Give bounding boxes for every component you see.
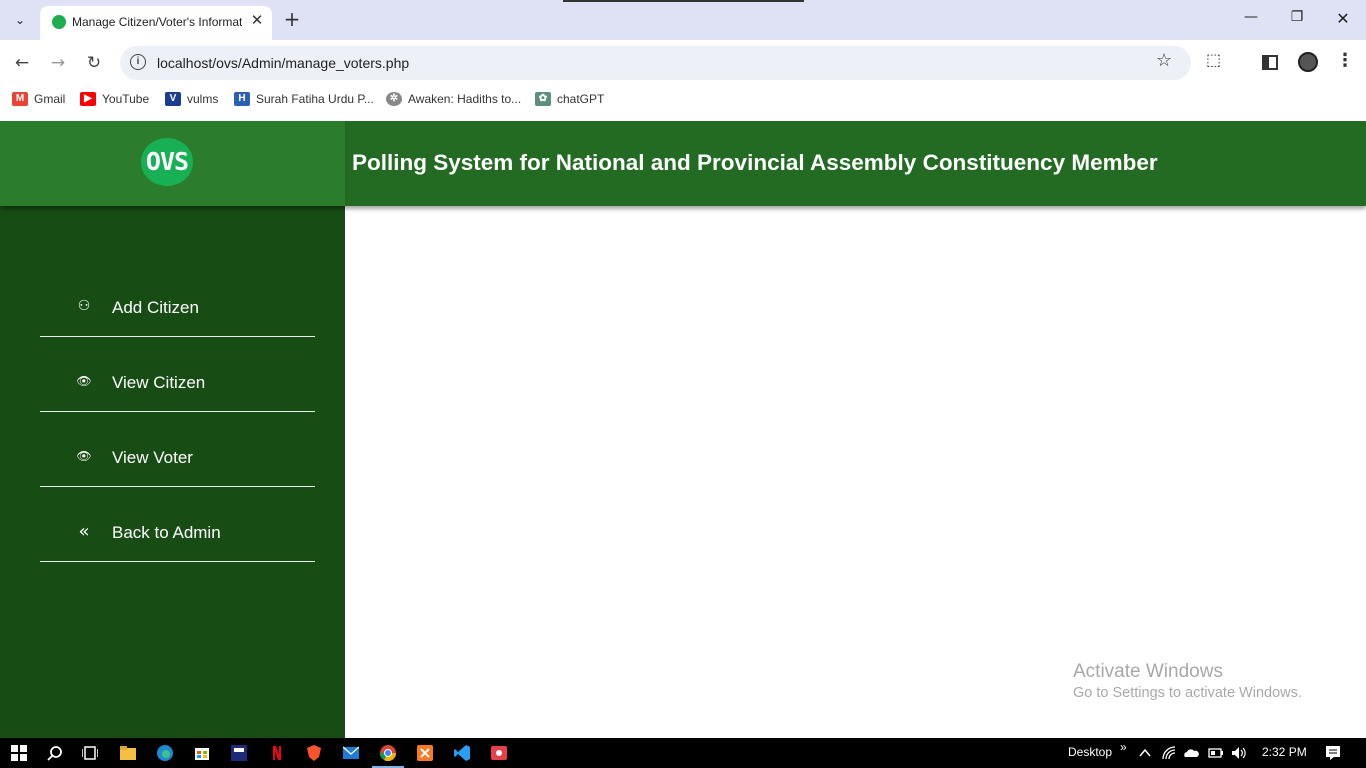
sidebar-item-add-citizen[interactable]: ⚇ Add Citizen: [40, 262, 315, 337]
chevron-up-icon[interactable]: [1137, 745, 1153, 761]
sidebar-item-label: Add Citizen: [112, 298, 199, 317]
mail-icon[interactable]: [343, 745, 359, 761]
activate-windows-title: Activate Windows: [1073, 661, 1223, 682]
site-info-icon[interactable]: i: [130, 54, 146, 70]
windows-start-icon[interactable]: [11, 745, 27, 761]
gmail-icon: M: [12, 92, 28, 106]
page-title: Polling System for National and Provinci…: [352, 150, 1158, 175]
windows-taskbar: Desktop » 2:32 PM: [0, 738, 1366, 768]
bookmark-youtube[interactable]: ▶ YouTube: [80, 92, 149, 106]
window-drag-indicator: [563, 0, 804, 2]
sidebar: ⚇ Add Citizen 👁 View Citizen 👁 View Vote…: [0, 206, 345, 738]
task-view-icon[interactable]: [82, 745, 98, 761]
bookmark-chatgpt[interactable]: ✿ chatGPT: [535, 92, 604, 106]
tab-title: Manage Citizen/Voter's Information: [72, 15, 242, 29]
side-panel-icon[interactable]: [1262, 55, 1278, 70]
extensions-icon[interactable]: ⬚: [1206, 50, 1230, 74]
search-icon[interactable]: [47, 745, 63, 761]
browser-tab-strip: ⌄ Manage Citizen/Voter's Information ✕ +…: [0, 0, 1366, 40]
bookmark-label: Surah Fatiha Urdu P...: [256, 92, 374, 106]
sidebar-item-label: View Citizen: [112, 373, 206, 392]
netflix-icon[interactable]: [269, 745, 285, 761]
notification-icon[interactable]: [1325, 745, 1341, 761]
tab-close-icon[interactable]: ✕: [248, 11, 266, 31]
browser-menu-icon[interactable]: ⋮: [1336, 50, 1354, 74]
window-minimize-button[interactable]: —: [1241, 9, 1261, 31]
edge-icon[interactable]: [157, 745, 173, 761]
reload-button[interactable]: ↻: [81, 50, 107, 76]
browser-toolbar: ← → ↻ i localhost/ovs/Admin/manage_voter…: [0, 40, 1366, 86]
desktop-toolbar-label[interactable]: Desktop: [1068, 745, 1112, 759]
profile-avatar-icon[interactable]: [1298, 52, 1318, 72]
app-header: OVS Polling System for National and Prov…: [0, 121, 1366, 206]
bookmark-label: Gmail: [34, 92, 66, 106]
url-text[interactable]: localhost/ovs/Admin/manage_voters.php: [157, 55, 409, 71]
eye-icon: 👁: [76, 374, 92, 388]
vscode-icon[interactable]: [454, 745, 470, 761]
browser-tab-active[interactable]: Manage Citizen/Voter's Information ✕: [40, 6, 272, 40]
store-icon[interactable]: [194, 745, 210, 761]
bookmark-awaken[interactable]: ✲ Awaken: Hadiths to...: [386, 92, 521, 106]
chrome-icon[interactable]: [380, 745, 396, 761]
ovs-logo: OVS: [141, 138, 193, 186]
vulms-icon: V: [165, 92, 181, 106]
sidebar-item-label: View Voter: [112, 448, 193, 467]
tab-search-button[interactable]: ⌄: [8, 8, 32, 32]
bookmark-label: chatGPT: [557, 92, 605, 106]
youtube-icon: ▶: [80, 92, 96, 106]
bookmark-vulms[interactable]: V vulms: [165, 92, 218, 106]
forward-button[interactable]: →: [45, 50, 71, 76]
activate-windows-subtitle: Go to Settings to activate Windows.: [1073, 685, 1302, 701]
onedrive-icon[interactable]: [1183, 745, 1199, 761]
xampp-icon[interactable]: [417, 745, 433, 761]
new-tab-button[interactable]: +: [282, 8, 302, 32]
sidebar-item-view-citizen[interactable]: 👁 View Citizen: [40, 337, 315, 412]
bookmarks-bar: M Gmail ▶ YouTube V vulms H Surah Fatiha…: [0, 86, 1366, 121]
address-bar[interactable]: i localhost/ovs/Admin/manage_voters.php …: [120, 46, 1191, 80]
file-explorer-icon[interactable]: [120, 745, 136, 761]
site-favicon-icon: [52, 15, 66, 29]
window-restore-button[interactable]: ❐: [1287, 9, 1307, 31]
bookmark-star-icon[interactable]: ☆: [1156, 50, 1172, 71]
bookmark-label: YouTube: [102, 92, 150, 106]
double-chevron-left-icon: «: [78, 521, 90, 542]
sidebar-item-label: Back to Admin: [112, 523, 221, 542]
clock-time[interactable]: 2:32 PM: [1262, 745, 1307, 759]
back-button[interactable]: ←: [9, 50, 35, 76]
battery-icon[interactable]: [1208, 745, 1224, 761]
main-content: Activate Windows Go to Settings to activ…: [345, 206, 1366, 738]
quran-icon: H: [234, 92, 250, 106]
chatgpt-icon: ✿: [535, 92, 551, 106]
screen-recorder-icon[interactable]: [491, 745, 507, 761]
calculator-app-icon[interactable]: [231, 745, 247, 761]
bookmark-label: Awaken: Hadiths to...: [408, 92, 522, 106]
toolbar-chevron-icon[interactable]: »: [1120, 740, 1127, 754]
sidebar-item-back-to-admin[interactable]: « Back to Admin: [40, 487, 315, 562]
sidebar-item-view-voter[interactable]: 👁 View Voter: [40, 412, 315, 487]
add-user-icon: ⚇: [77, 298, 91, 314]
eye-icon: 👁: [76, 449, 92, 463]
bookmark-label: vulms: [187, 92, 219, 106]
bookmark-gmail[interactable]: M Gmail: [12, 92, 65, 106]
brave-icon[interactable]: [306, 745, 322, 761]
awaken-icon: ✲: [386, 92, 402, 106]
logo-area: OVS: [0, 121, 345, 206]
network-icon[interactable]: [1161, 745, 1177, 761]
bookmark-surah-fatiha[interactable]: H Surah Fatiha Urdu P...: [234, 92, 374, 106]
volume-icon[interactable]: [1231, 745, 1247, 761]
window-close-button[interactable]: ✕: [1333, 9, 1353, 31]
